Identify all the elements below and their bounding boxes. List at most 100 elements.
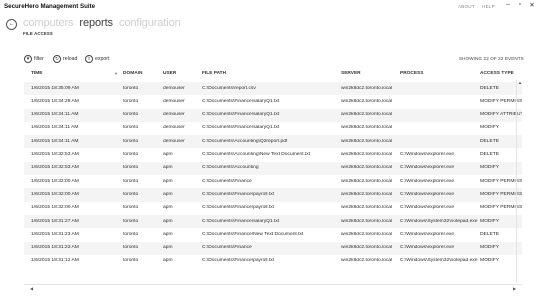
cell-path: C:\Documents\Finance [202,178,252,184]
app-title: SecureHero Management Suite [4,3,96,10]
cell-user: apm [163,205,173,211]
table-row[interactable]: 1/6/2015 18:32:00 AM toronto apm C:\Documen… [24,175,522,188]
column-header-file-path[interactable]: FILE PATH [202,71,226,76]
reload-label: reload [63,56,78,62]
cell-domain: toronto [123,191,139,197]
cell-time: 1/6/2015 18:35:09 AM [31,85,79,91]
table-row[interactable]: 1/6/2015 18:32:53 AM toronto apm C:\Documen… [24,148,522,161]
events-table: TIME ▼ DOMAIN USER FILE PATH SERVER PROC… [24,66,522,284]
cell-user: demouser [163,112,185,118]
scroll-right-icon[interactable]: ▶ [513,286,516,291]
table-row[interactable]: 1/6/2015 18:34:11 AM toronto demouser C:\Do… [24,122,522,135]
cell-time: 1/6/2015 18:32:53 AM [31,152,79,158]
cell-time: 1/6/2015 18:31:12 AM [31,258,79,264]
table-row[interactable]: 1/6/2015 18:35:09 AM toronto demouser C:\Do… [24,82,522,96]
column-header-access-type[interactable]: ACCESS TYPE [480,71,514,76]
header-links: ABOUT · HELP [458,4,497,9]
table-row[interactable]: 1/6/2015 18:34:11 AM toronto demouser C:\Do… [24,135,522,149]
column-header-domain[interactable]: DOMAIN [123,71,142,76]
table-row[interactable]: 1/6/2015 18:34:11 AM toronto demouser C:\Do… [24,108,522,122]
minimize-button[interactable]: – [503,1,513,8]
export-label: export [95,56,110,62]
column-header-time[interactable]: TIME [31,71,42,76]
maximize-button[interactable]: ▫ [515,1,525,8]
title-bar: SecureHero Management Suite ABOUT · HELP … [0,0,540,14]
horizontal-scrollbar[interactable]: ◀ ▶ [24,284,522,292]
scroll-up-icon[interactable]: ▲ [518,80,522,85]
cell-path: C:\Documents\Finance\salaryQ1.txt [202,112,280,118]
cell-server: win2k8dc2.toronto.local [341,178,393,184]
cell-path: C:\Documents\Finance\salaryQ1.txt [202,218,280,224]
table-row[interactable]: 1/6/2015 18:31:23 AM toronto apm C:\Documen… [24,241,522,255]
column-header-process[interactable]: PROCESS [400,71,423,76]
filter-button[interactable]: ▼ filter [24,54,44,64]
tab-configuration[interactable]: configuration [119,17,181,29]
cell-path: C:\Documents\Finance\payroll.txt [202,191,275,197]
cell-path: C:\Documents\Finance\payroll.txt [202,205,275,211]
table-row[interactable]: 1/6/2015 18:34:28 AM toronto demouser C:\Do… [24,95,522,108]
cell-time: 1/6/2015 18:34:11 AM [31,125,79,131]
cell-path: C:\Documents\Finance\New Text Document.t… [202,231,304,237]
cell-domain: toronto [123,165,139,171]
cell-server: win2k8dc2.toronto.local [341,165,393,171]
table-row[interactable]: 1/6/2015 18:31:23 AM toronto apm C:\Documen… [24,228,522,241]
cell-user: apm [163,191,173,197]
cell-time: 1/6/2015 18:34:28 AM [31,98,79,104]
export-button[interactable]: ⇧ export [85,54,109,64]
tab-computers[interactable]: computers [23,17,74,29]
cell-user: apm [163,178,173,184]
cell-server: win2k8dc2.toronto.local [341,258,393,264]
cell-server: win2k8dc2.toronto.local [341,205,393,211]
cell-time: 1/6/2015 18:31:23 AM [31,231,79,237]
cell-domain: toronto [123,245,139,251]
cell-time: 1/6/2015 18:32:53 AM [31,165,79,171]
table-row[interactable]: 1/6/2015 18:32:00 AM toronto apm C:\Documen… [24,188,522,202]
filter-icon: ▼ [24,55,32,63]
cell-process: C:\Windows\explorer.exe [400,205,455,211]
link-separator: · [476,4,479,9]
scroll-left-icon[interactable]: ◀ [30,286,33,291]
cell-server: win2k8dc2.toronto.local [341,218,393,224]
cell-server: win2k8dc2.toronto.local [341,152,393,158]
help-link[interactable]: HELP [482,4,495,9]
cell-domain: toronto [123,231,139,237]
cell-path: C:\Documents\Finance\salaryQ1.txt [202,125,280,131]
cell-server: win2k8dc2.toronto.local [341,98,393,104]
tab-reports[interactable]: reports [79,17,113,29]
table-row[interactable]: 1/6/2015 18:31:12 AM toronto apm C:\Documen… [24,255,522,268]
column-header-user[interactable]: USER [163,71,176,76]
cell-domain: toronto [123,125,139,131]
back-arrow-icon[interactable]: ← [6,19,17,30]
about-link[interactable]: ABOUT [458,4,475,9]
cell-domain: toronto [123,178,139,184]
cell-process: C:\Windows\explorer.exe [400,152,455,158]
cell-time: 1/6/2015 18:32:00 AM [31,191,79,197]
reload-button[interactable]: ↻ reload [53,54,77,64]
cell-process: C:\Windows\System32\notepad.exe [400,218,478,224]
cell-user: demouser [163,125,185,131]
cell-process: C:\Windows\explorer.exe [400,178,455,184]
cell-path: C:\Documents\Accounting\New Text Documen… [202,152,311,158]
cell-server: win2k8dc2.toronto.local [341,231,393,237]
cell-server: win2k8dc2.toronto.local [341,191,393,197]
cell-domain: toronto [123,138,139,144]
cell-user: demouser [163,85,185,91]
cell-process: C:\Windows\explorer.exe [400,191,455,197]
close-button[interactable]: ✕ [527,1,537,9]
cell-server: win2k8dc2.toronto.local [341,125,393,131]
cell-server: win2k8dc2.toronto.local [341,245,393,251]
table-row[interactable]: 1/6/2015 18:31:27 AM toronto apm C:\Documen… [24,214,522,229]
cell-domain: toronto [123,218,139,224]
table-row[interactable]: 1/6/2015 18:32:00 AM toronto apm C:\Documen… [24,202,522,215]
vertical-scrollbar[interactable]: ▲ [516,80,524,283]
column-header-server[interactable]: SERVER [341,71,361,76]
sort-descending-icon[interactable]: ▼ [114,71,118,76]
table-row[interactable]: 1/6/2015 18:32:53 AM toronto apm C:\Documen… [24,161,522,176]
cell-process: C:\Windows\System32\notepad.exe [400,258,478,264]
cell-path: C:\Documents\Accounting\Q2report.pdf [202,138,288,144]
cell-user: apm [163,165,173,171]
events-count: SHOWING 22 OF 22 EVENTS [459,56,524,61]
table-header: TIME ▼ DOMAIN USER FILE PATH SERVER PROC… [24,66,522,82]
cell-time: 1/6/2015 18:32:00 AM [31,205,79,211]
filter-label: filter [34,56,44,62]
